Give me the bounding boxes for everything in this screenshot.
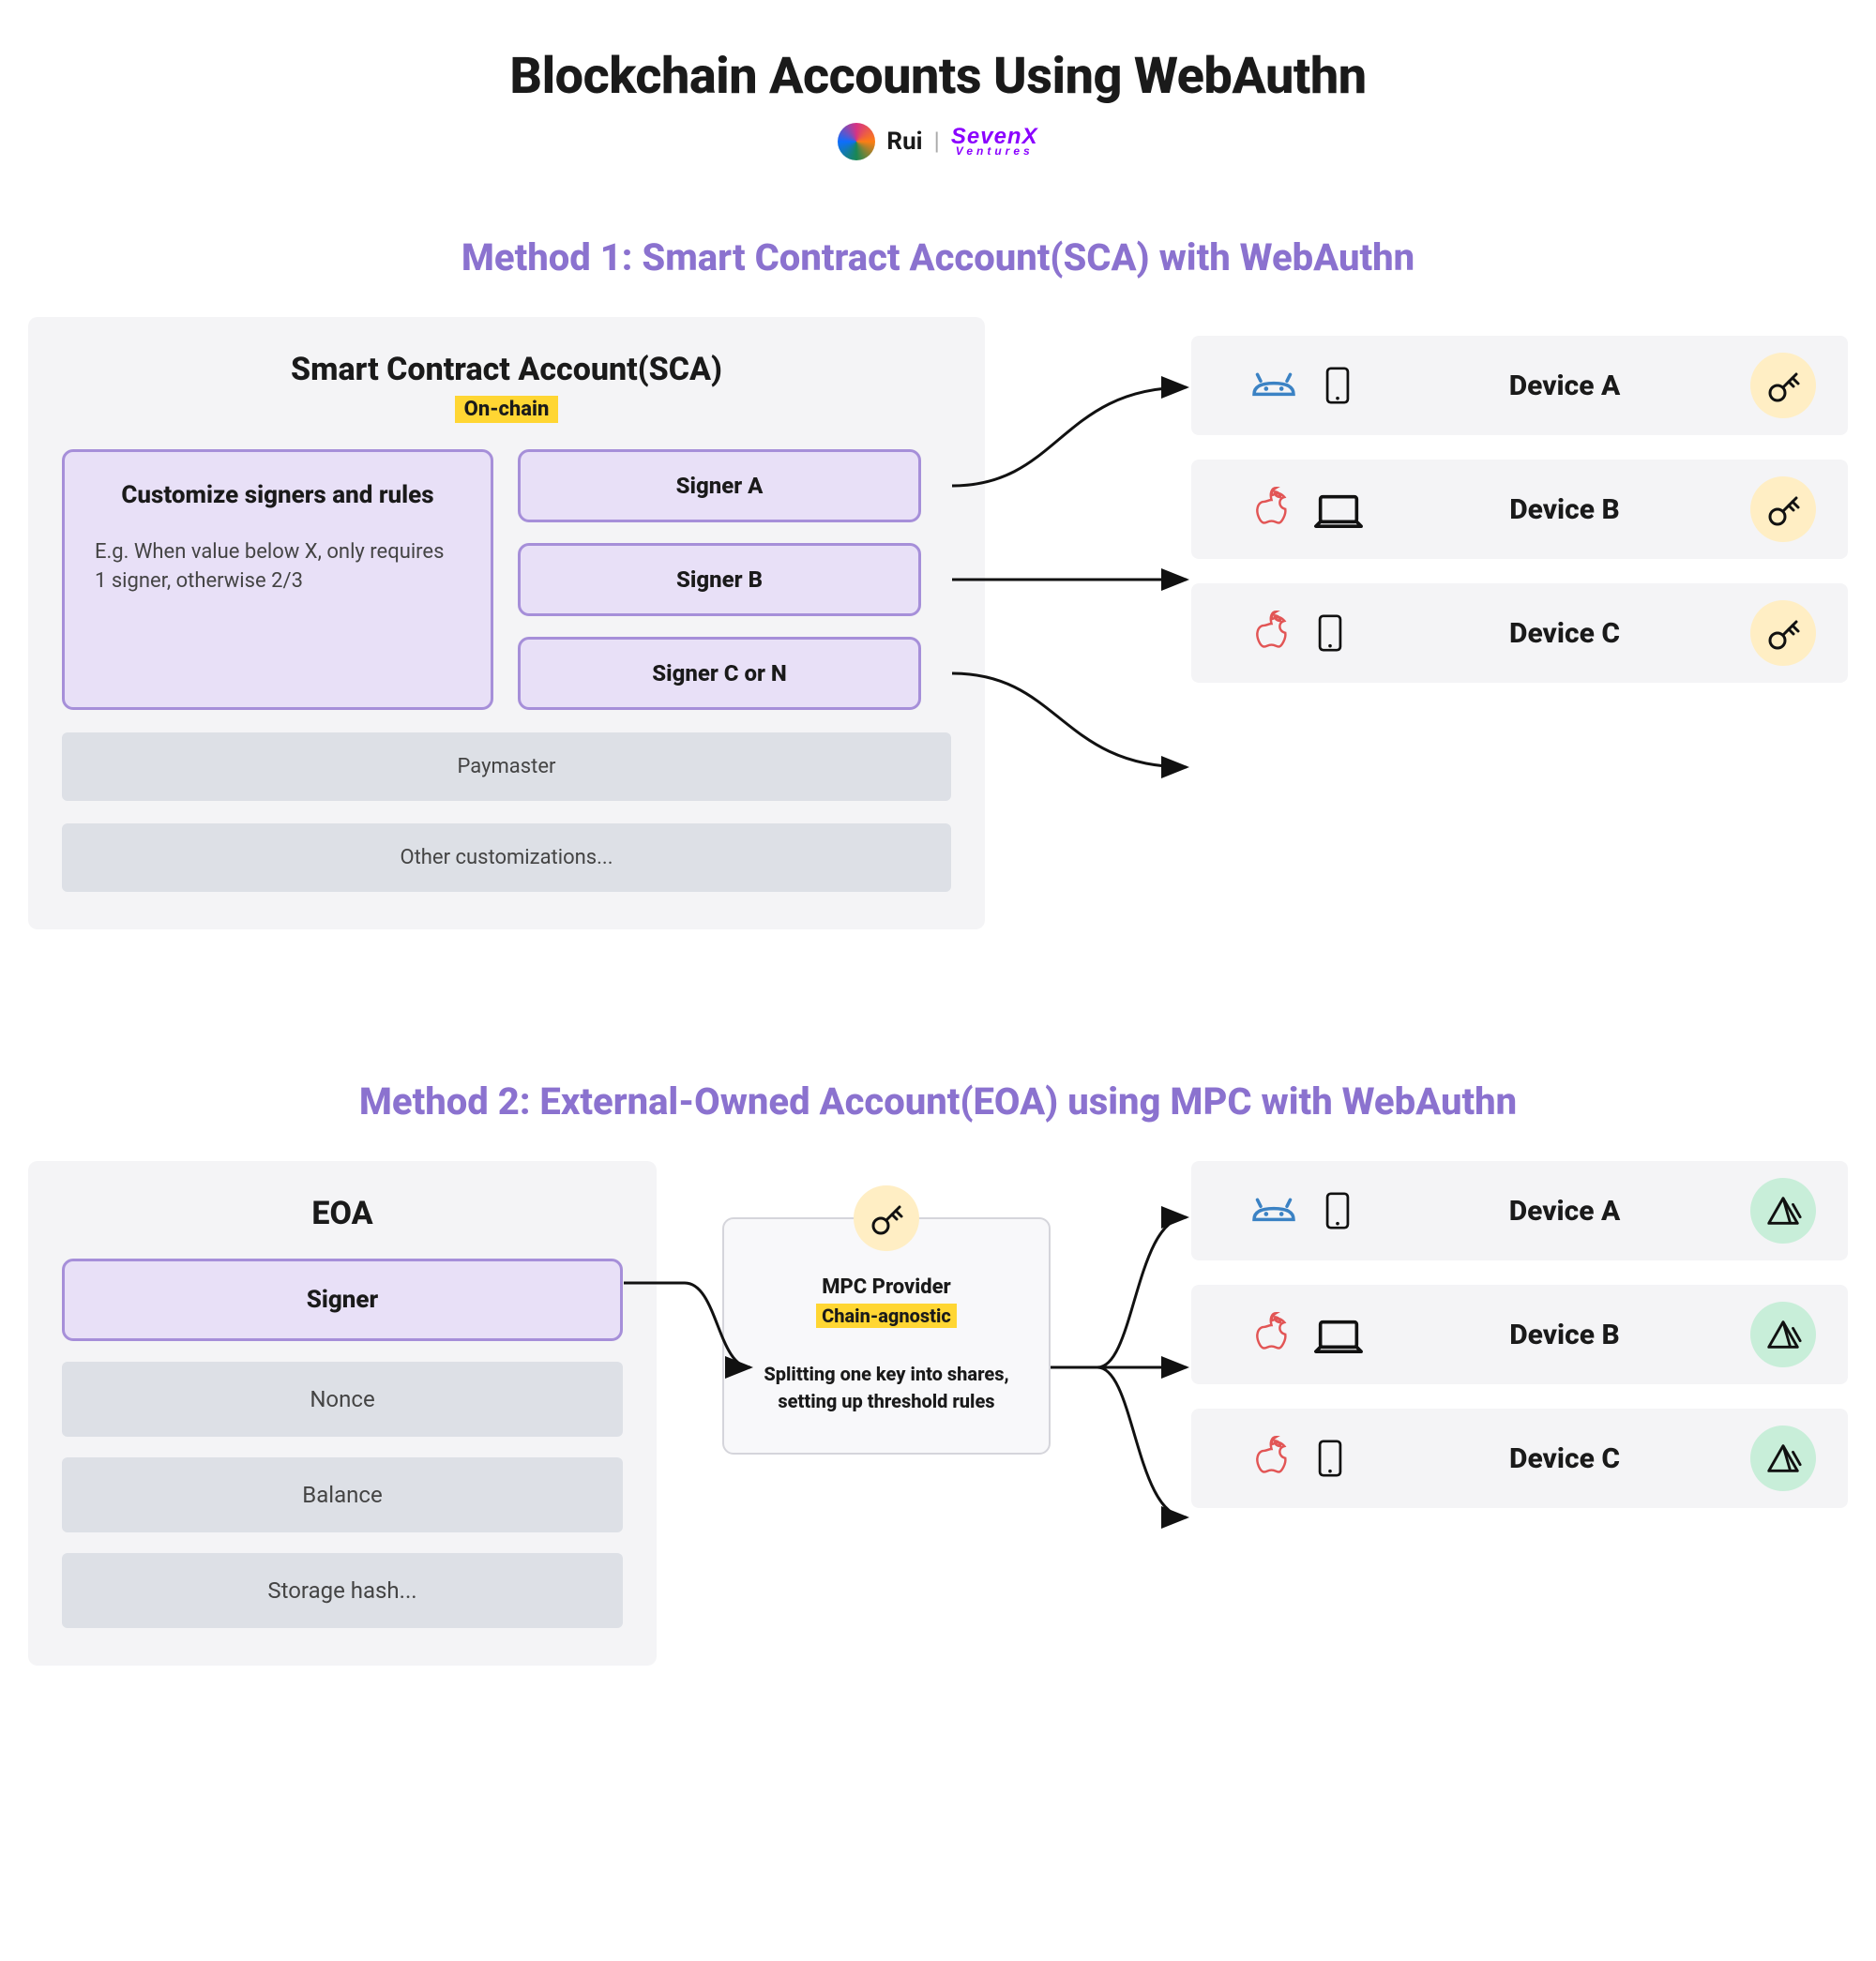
phone-icon [1319, 1184, 1356, 1237]
separator: | [934, 128, 940, 156]
laptop-icon [1311, 1313, 1366, 1356]
method2-diagram: EOA Signer Nonce Balance Storage hash...… [28, 1161, 1848, 1666]
laptop-icon [1311, 488, 1366, 531]
phone-icon [1311, 1432, 1349, 1485]
device-b-label: Device B [1407, 1319, 1722, 1351]
signer-a-box: Signer A [518, 449, 921, 522]
page-title: Blockchain Accounts Using WebAuthn [28, 47, 1848, 106]
shard-badge [1750, 1425, 1816, 1491]
key-icon [1764, 614, 1802, 652]
chain-agnostic-badge: Chain-agnostic [816, 1304, 957, 1328]
mpc-card: MPC Provider Chain-agnostic Splitting on… [722, 1217, 1051, 1455]
key-icon [1764, 367, 1802, 404]
mpc-title: MPC Provider [752, 1275, 1021, 1299]
key-badge [1750, 353, 1816, 418]
device-row-c: Device C [1191, 1409, 1848, 1508]
shard-badge [1750, 1178, 1816, 1244]
device-c-label: Device C [1407, 1442, 1722, 1475]
apple-icon [1248, 485, 1293, 534]
shard-icon [1763, 1441, 1803, 1476]
shard-badge [1750, 1302, 1816, 1367]
sca-card: Smart Contract Account(SCA) On-chain Cus… [28, 317, 985, 929]
rules-box: Customize signers and rules E.g. When va… [62, 449, 493, 710]
device-a-label: Device A [1407, 1195, 1722, 1228]
eoa-card-title: EOA [62, 1195, 623, 1232]
apple-icon [1248, 1434, 1293, 1483]
eoa-nonce-box: Nonce [62, 1362, 623, 1437]
key-icon [1764, 490, 1802, 528]
method1-diagram: Smart Contract Account(SCA) On-chain Cus… [28, 317, 1848, 929]
mpc-key-badge [854, 1185, 919, 1251]
device-row-a: Device A [1191, 336, 1848, 435]
method1-heading: Method 1: Smart Contract Account(SCA) wi… [28, 235, 1848, 279]
author-avatar [838, 123, 875, 160]
android-icon [1248, 1192, 1300, 1229]
brand-sub: Ventures [951, 146, 1038, 157]
phone-icon [1319, 359, 1356, 412]
method1-devices: Device A Device B Device C [1191, 336, 1848, 683]
paymaster-box: Paymaster [62, 732, 951, 801]
key-badge [1750, 476, 1816, 542]
method2-devices: Device A Device B Device C [1191, 1161, 1848, 1508]
key-icon [868, 1199, 905, 1237]
key-badge [1750, 600, 1816, 666]
method2-heading: Method 2: External-Owned Account(EOA) us… [28, 1079, 1848, 1124]
author-name: Rui [886, 128, 922, 156]
eoa-card: EOA Signer Nonce Balance Storage hash... [28, 1161, 657, 1666]
device-a-label: Device A [1407, 370, 1722, 402]
brand-logo: SevenX Ventures [951, 127, 1038, 157]
shard-icon [1763, 1317, 1803, 1352]
android-icon [1248, 367, 1300, 404]
device-row-b: Device B [1191, 1285, 1848, 1384]
device-row-b: Device B [1191, 460, 1848, 559]
rules-example: E.g. When value below X, only requires 1… [95, 538, 461, 596]
signer-b-box: Signer B [518, 543, 921, 616]
device-c-label: Device C [1407, 617, 1722, 650]
device-row-c: Device C [1191, 583, 1848, 683]
eoa-balance-box: Balance [62, 1457, 623, 1532]
device-b-label: Device B [1407, 493, 1722, 526]
apple-icon [1248, 609, 1293, 657]
signer-c-box: Signer C or N [518, 637, 921, 710]
on-chain-badge: On-chain [455, 396, 559, 423]
phone-icon [1311, 607, 1349, 659]
sca-card-title: Smart Contract Account(SCA) [62, 351, 951, 388]
device-row-a: Device A [1191, 1161, 1848, 1260]
byline: Rui | SevenX Ventures [28, 123, 1848, 160]
shard-icon [1763, 1193, 1803, 1229]
apple-icon [1248, 1310, 1293, 1359]
signers-column: Signer A Signer B Signer C or N [518, 449, 921, 710]
other-custom-box: Other customizations... [62, 823, 951, 892]
rules-title: Customize signers and rules [95, 480, 461, 512]
mpc-description: Splitting one key into shares, setting u… [752, 1361, 1021, 1415]
eoa-signer-box: Signer [62, 1259, 623, 1341]
eoa-storage-box: Storage hash... [62, 1553, 623, 1628]
